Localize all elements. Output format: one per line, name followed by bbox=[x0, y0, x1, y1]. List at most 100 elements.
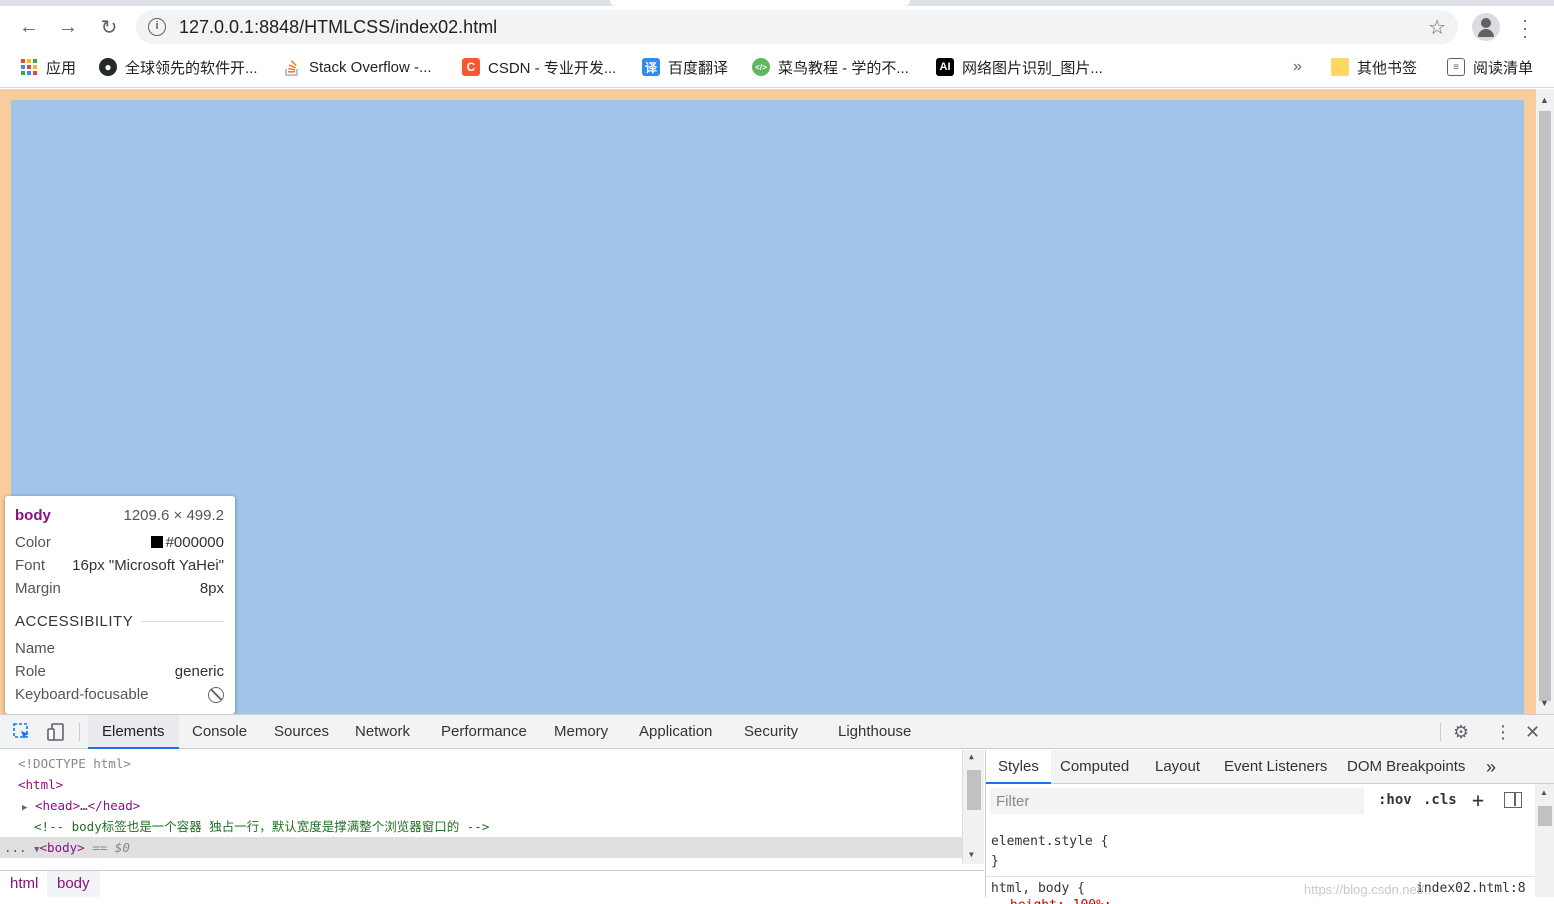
watermark-text: https://blog.csdn.net/... bbox=[1304, 882, 1435, 897]
bookmark-star-icon[interactable]: ☆ bbox=[1428, 15, 1446, 40]
address-bar[interactable]: i 127.0.0.1:8848/HTMLCSS/index02.html ☆ bbox=[136, 10, 1458, 44]
dom-line-head[interactable]: ▶ <head>…</head> bbox=[0, 795, 962, 816]
tab-layout[interactable]: Layout bbox=[1155, 750, 1200, 784]
tooltip-role-label: Role bbox=[15, 663, 46, 680]
tooltip-margin-value: 8px bbox=[199, 580, 224, 597]
tab-console[interactable]: Console bbox=[192, 715, 247, 749]
bookmarks-overflow-chevron-icon[interactable]: » bbox=[1293, 56, 1302, 78]
hover-state-button[interactable]: :hov bbox=[1378, 792, 1412, 808]
tab-lighthouse[interactable]: Lighthouse bbox=[838, 715, 911, 749]
tab-computed[interactable]: Computed bbox=[1060, 750, 1129, 784]
browser-toolbar: ← → ↻ i 127.0.0.1:8848/HTMLCSS/index02.h… bbox=[0, 6, 1554, 46]
scrollbar-thumb[interactable] bbox=[967, 770, 981, 810]
site-info-icon[interactable]: i bbox=[148, 18, 166, 36]
styles-filter-input[interactable] bbox=[990, 788, 1364, 814]
bookmark-label: 全球领先的软件开... bbox=[125, 59, 258, 77]
tab-styles[interactable]: Styles bbox=[986, 750, 1051, 784]
tooltip-role-value: generic bbox=[174, 663, 224, 680]
reading-list-button[interactable]: ≡ 阅读清单 bbox=[1447, 56, 1533, 78]
tooltip-focusable-label: Keyboard-focusable bbox=[15, 686, 149, 703]
bookmark-image-recognition[interactable]: AI 网络图片识别_图片... bbox=[936, 56, 1103, 78]
body-open-tag: <body> bbox=[39, 840, 85, 855]
html-body-selector[interactable]: html, body { bbox=[991, 881, 1085, 896]
bookmark-stackoverflow[interactable]: Stack Overflow -... bbox=[283, 56, 432, 78]
styles-scrollbar[interactable]: ▲ bbox=[1535, 784, 1554, 897]
runoob-icon: </> bbox=[752, 58, 770, 76]
csdn-icon: C bbox=[462, 58, 480, 76]
dom-line-html[interactable]: <html> bbox=[0, 774, 962, 795]
back-arrow-icon[interactable]: ← bbox=[16, 14, 42, 40]
elements-tree: <!DOCTYPE html> <html> ▶ <head>…</head> … bbox=[0, 750, 984, 897]
bookmarks-bar: 应用 ● 全球领先的软件开... Stack Overflow -... C C… bbox=[0, 46, 1554, 88]
tab-sources[interactable]: Sources bbox=[274, 715, 329, 749]
bookmark-runoob[interactable]: </> 菜鸟教程 - 学的不... bbox=[752, 56, 909, 78]
class-toggle-button[interactable]: .cls bbox=[1423, 792, 1457, 808]
bookmark-label: 百度翻译 bbox=[668, 59, 729, 77]
device-toolbar-icon[interactable] bbox=[46, 722, 66, 742]
bookmark-label: 其他书签 bbox=[1357, 59, 1418, 77]
selected-marker: == $0 bbox=[84, 840, 130, 855]
browser-menu-icon[interactable]: · · · bbox=[1518, 11, 1532, 45]
reading-list-icon: ≡ bbox=[1447, 58, 1465, 76]
forward-arrow-icon[interactable]: → bbox=[55, 14, 81, 40]
scroll-up-arrow-icon[interactable]: ▲ bbox=[1540, 95, 1549, 105]
url-text[interactable]: 127.0.0.1:8848/HTMLCSS/index02.html bbox=[179, 17, 497, 38]
bookmark-label: 阅读清单 bbox=[1473, 59, 1534, 77]
html-open-tag: <html> bbox=[18, 777, 64, 792]
folder-icon bbox=[1331, 58, 1349, 76]
breadcrumb-html[interactable]: html bbox=[0, 871, 48, 897]
page-scrollbar[interactable]: ▲ ▼ bbox=[1536, 89, 1554, 714]
scroll-up-arrow-icon[interactable]: ▲ bbox=[1540, 788, 1548, 797]
element-style-selector[interactable]: element.style { bbox=[991, 834, 1108, 849]
more-options-icon[interactable]: ⋮ bbox=[1494, 722, 1512, 743]
html-comment: <!-- body标签也是一个容器 独占一行，默认宽度是撑满整个浏览器窗口的 -… bbox=[34, 819, 490, 834]
dom-line-comment[interactable]: <!-- body标签也是一个容器 独占一行，默认宽度是撑满整个浏览器窗口的 -… bbox=[0, 816, 962, 837]
tab-performance[interactable]: Performance bbox=[441, 715, 527, 749]
dom-line-doctype[interactable]: <!DOCTYPE html> bbox=[0, 753, 962, 774]
toggle-sidebar-icon[interactable] bbox=[1504, 792, 1522, 808]
tab-elements[interactable]: Elements bbox=[88, 715, 179, 749]
doctype-text: <!DOCTYPE html> bbox=[18, 756, 131, 771]
scrollbar-thumb[interactable] bbox=[1539, 111, 1551, 701]
settings-gear-icon[interactable]: ⚙ bbox=[1453, 722, 1469, 743]
bookmark-github[interactable]: ● 全球领先的软件开... bbox=[99, 56, 258, 78]
tab-security[interactable]: Security bbox=[744, 715, 798, 749]
bookmark-apps[interactable]: 应用 bbox=[20, 56, 76, 78]
tooltip-color-value: #000000 bbox=[165, 534, 224, 551]
breadcrumb-body[interactable]: body bbox=[47, 871, 100, 897]
profile-avatar-icon[interactable] bbox=[1472, 13, 1500, 41]
bookmark-csdn[interactable]: C CSDN - 专业开发... bbox=[462, 56, 616, 78]
styles-tab-bar: Styles Computed Layout Event Listeners D… bbox=[986, 750, 1554, 784]
tooltip-section-title: ACCESSIBILITY bbox=[15, 613, 134, 630]
elements-scrollbar[interactable]: ▲ ▼ bbox=[962, 750, 984, 864]
element-inspect-tooltip: body 1209.6 × 499.2 Color #000000 Font 1… bbox=[5, 496, 235, 714]
tooltip-color-value-wrap: #000000 bbox=[150, 534, 224, 551]
scroll-up-arrow-icon[interactable]: ▲ bbox=[969, 752, 974, 761]
not-focusable-icon bbox=[208, 686, 224, 703]
head-open-tag: <head> bbox=[34, 798, 81, 813]
close-devtools-icon[interactable]: ✕ bbox=[1525, 722, 1540, 743]
reload-icon[interactable]: ↻ bbox=[96, 14, 122, 40]
bookmark-label: CSDN - 专业开发... bbox=[488, 59, 617, 77]
tooltip-accessibility-heading: ACCESSIBILITY bbox=[15, 613, 224, 630]
expand-triangle-icon[interactable]: ▶ bbox=[22, 803, 27, 813]
head-ellipsis: … bbox=[80, 798, 88, 813]
scroll-down-arrow-icon[interactable]: ▼ bbox=[1540, 698, 1549, 708]
scroll-down-arrow-icon[interactable]: ▼ bbox=[969, 850, 974, 859]
dom-line-body-selected[interactable]: ... ▼<body> == $0 bbox=[0, 837, 962, 858]
inspect-element-icon[interactable] bbox=[12, 722, 32, 742]
tab-event-listeners[interactable]: Event Listeners bbox=[1224, 750, 1327, 784]
height-declaration[interactable]: height: 100%; bbox=[1010, 898, 1112, 904]
baidu-translate-icon: 译 bbox=[642, 58, 660, 76]
new-style-rule-icon[interactable]: + bbox=[1472, 788, 1484, 812]
tab-network[interactable]: Network bbox=[355, 715, 410, 749]
tab-memory[interactable]: Memory bbox=[554, 715, 608, 749]
scrollbar-thumb[interactable] bbox=[1538, 806, 1552, 826]
bookmark-baidu-translate[interactable]: 译 百度翻译 bbox=[642, 56, 728, 78]
rule-divider bbox=[986, 876, 1535, 877]
bookmark-other-folder[interactable]: 其他书签 bbox=[1331, 56, 1417, 78]
tab-dom-breakpoints[interactable]: DOM Breakpoints bbox=[1347, 750, 1465, 784]
tab-application[interactable]: Application bbox=[639, 715, 712, 749]
tooltip-name-label: Name bbox=[15, 640, 56, 657]
more-tabs-chevron-icon[interactable]: » bbox=[1486, 750, 1496, 784]
